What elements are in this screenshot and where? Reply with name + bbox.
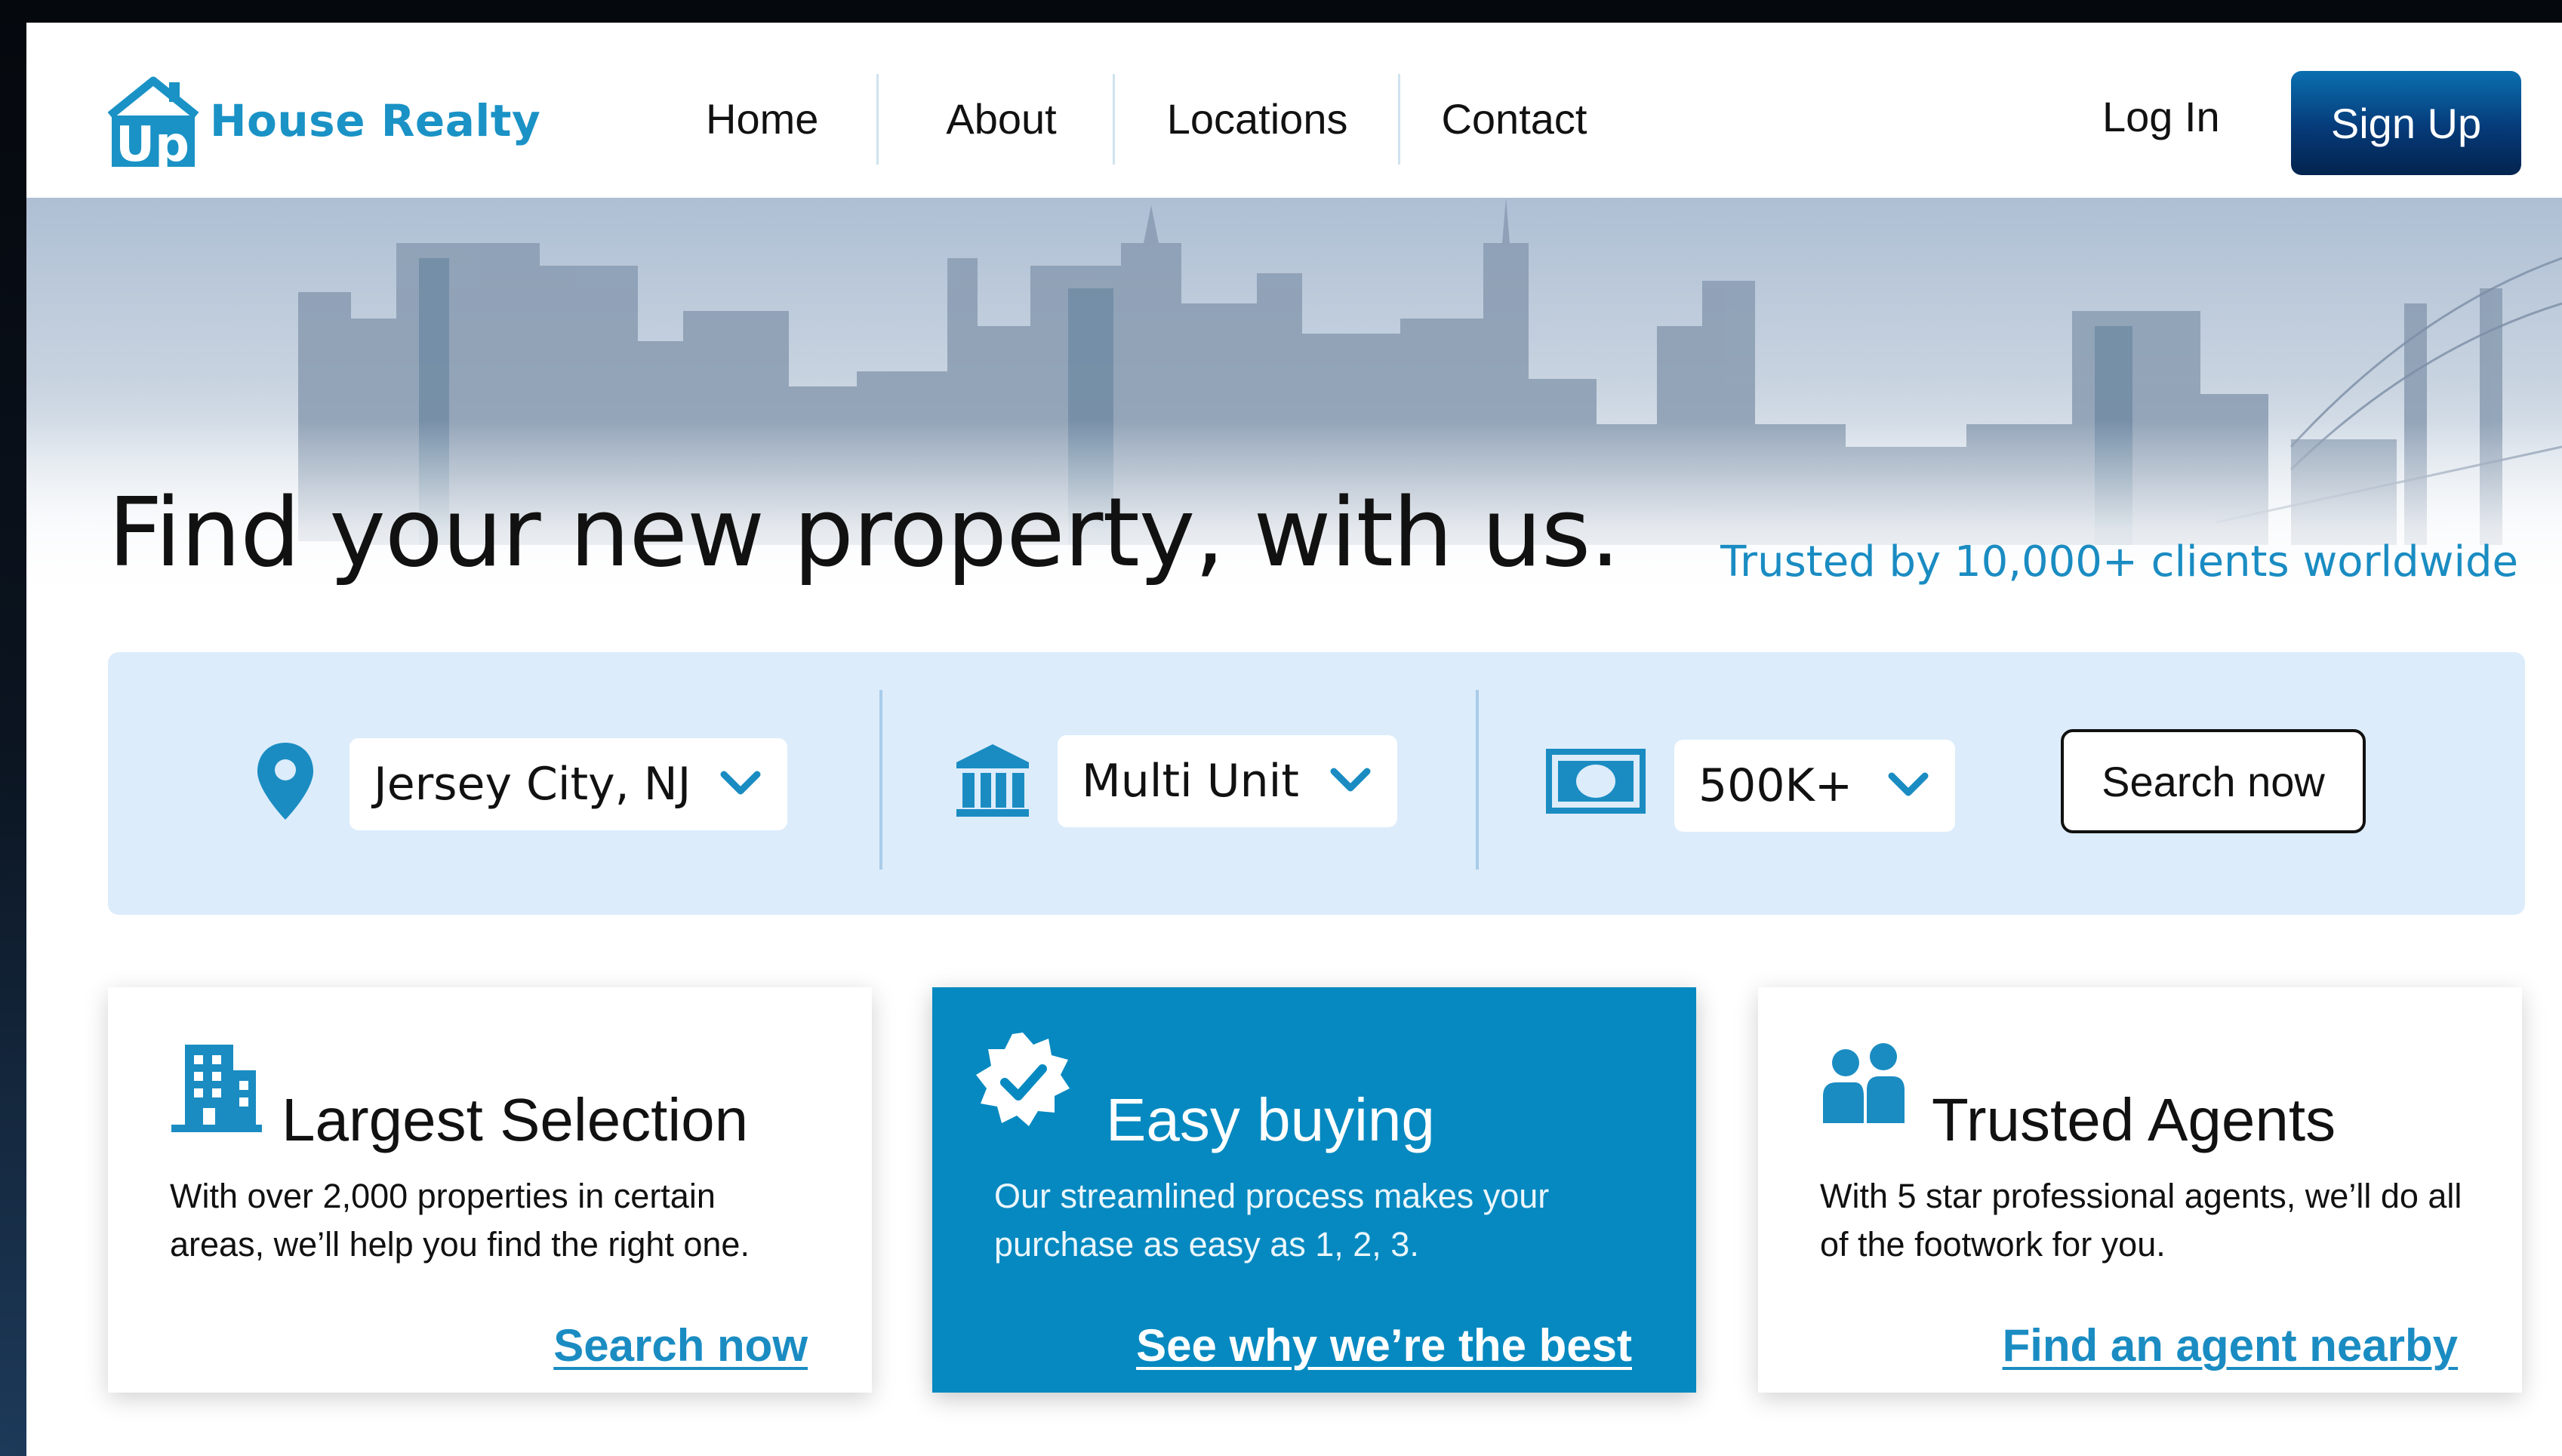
nav-links: Home About Locations Contact: [676, 74, 1617, 165]
people-icon: [1823, 1043, 1905, 1123]
office-building-icon: [171, 1045, 262, 1132]
hero-banner: Find your new property, with us. Trusted…: [26, 198, 2562, 602]
signup-button[interactable]: Sign Up: [2291, 71, 2521, 175]
card-title: Easy buying: [1106, 1086, 1435, 1153]
price-value: 500K+: [1698, 759, 1853, 812]
bank-building-icon: [956, 744, 1029, 817]
nav-contact[interactable]: Contact: [1400, 74, 1617, 165]
card-text: Our streamlined process makes your purch…: [994, 1177, 1550, 1264]
card-trusted-agents: Trusted Agents With 5 star professional …: [1758, 987, 2522, 1393]
nav-home[interactable]: Home: [676, 74, 876, 165]
login-link[interactable]: Log In: [2102, 92, 2220, 141]
brand-logo[interactable]: Up House Realty: [104, 60, 540, 181]
card-title: Trusted Agents: [1932, 1086, 2336, 1153]
hero-title: Find your new property, with us.: [108, 477, 1620, 588]
property-search-bar: Jersey City, NJ Multi Unit 500K+ Search: [108, 652, 2525, 915]
location-select[interactable]: Jersey City, NJ: [350, 738, 787, 830]
card-easy-buying: Easy buying Our streamlined process make…: [932, 987, 1696, 1393]
hero-trust-tagline: Trusted by 10,000+ clients worldwide: [1720, 537, 2518, 586]
chevron-down-icon: [1888, 772, 1929, 796]
property-type-value: Multi Unit: [1082, 755, 1299, 808]
chevron-down-icon: [720, 771, 761, 795]
search-now-button[interactable]: Search now: [2061, 729, 2366, 833]
property-type-select[interactable]: Multi Unit: [1058, 735, 1397, 827]
find-agent-link[interactable]: Find an agent nearby: [2003, 1319, 2458, 1371]
card-text: With over 2,000 properties in certain ar…: [170, 1177, 750, 1264]
house-logo-icon: Up: [107, 76, 199, 170]
top-navigation: Up House Realty Home About Locations Con…: [26, 23, 2562, 198]
search-divider: [1476, 690, 1479, 870]
search-divider: [879, 690, 882, 870]
cash-icon: [1546, 749, 1646, 814]
web-page: Up House Realty Home About Locations Con…: [26, 23, 2562, 1456]
brand-name: House Realty: [210, 95, 541, 146]
search-now-link[interactable]: Search now: [553, 1319, 808, 1371]
location-pin-icon: [257, 743, 313, 820]
location-value: Jersey City, NJ: [374, 758, 691, 811]
verified-badge-icon: [976, 1033, 1070, 1126]
chevron-down-icon: [1330, 768, 1371, 792]
card-largest-selection: Largest Selection With over 2,000 proper…: [108, 987, 872, 1393]
card-title: Largest Selection: [282, 1086, 749, 1153]
svg-text:Up: Up: [115, 117, 189, 170]
card-text: With 5 star professional agents, we’ll d…: [1820, 1177, 2462, 1264]
nav-about[interactable]: About: [879, 74, 1112, 165]
nav-locations[interactable]: Locations: [1115, 74, 1399, 165]
see-why-best-link[interactable]: See why we’re the best: [1136, 1319, 1632, 1371]
price-select[interactable]: 500K+: [1674, 740, 1955, 832]
